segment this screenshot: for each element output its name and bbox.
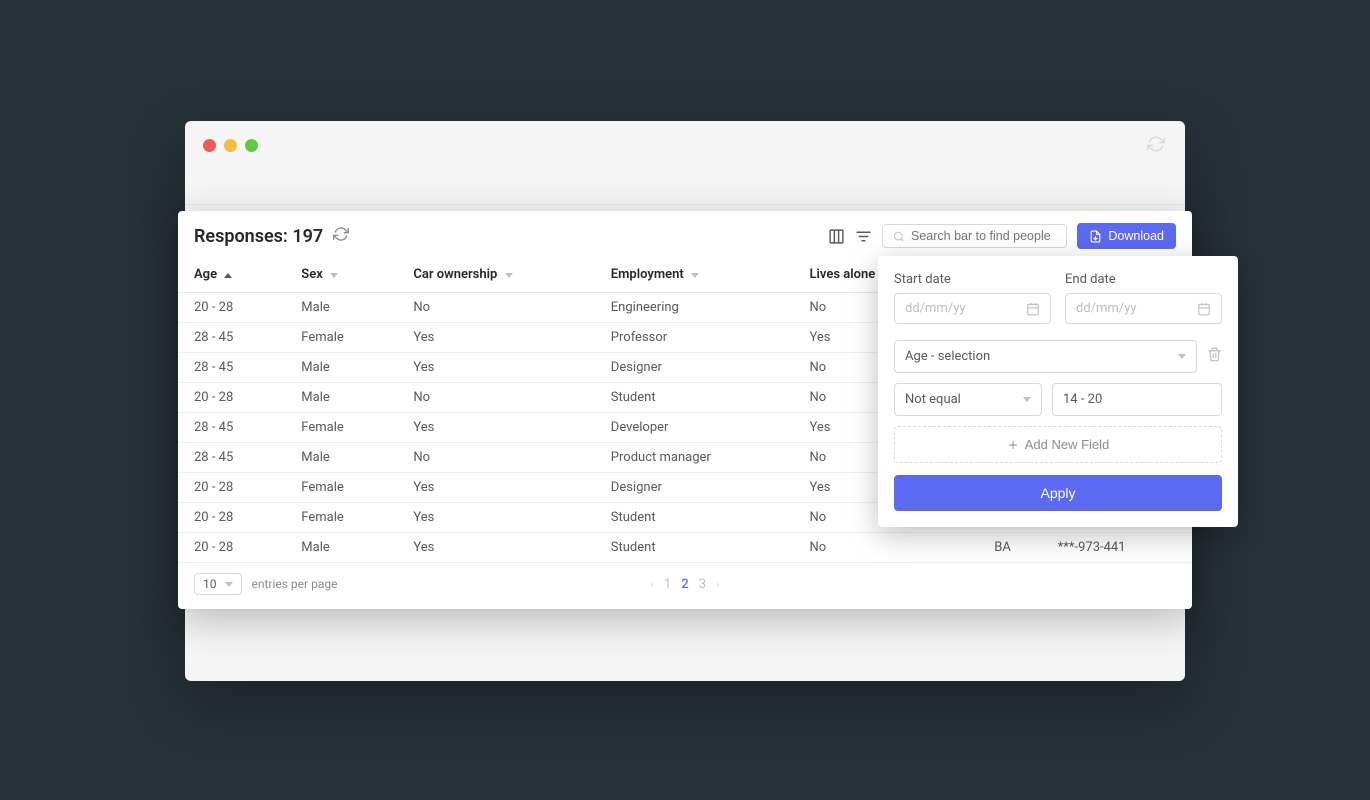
chevron-down-icon [1023,397,1031,402]
table-cell: 28 - 45 [178,323,285,353]
table-cell: Engineering [595,293,794,323]
column-header[interactable]: Age [178,257,285,293]
table-cell: Yes [397,353,594,383]
table-cell: No [793,533,963,563]
table-cell: 20 - 28 [178,383,285,413]
column-header[interactable]: Employment [595,257,794,293]
table-cell: BA [964,533,1042,563]
filter-icon[interactable] [855,228,872,245]
table-cell: Yes [397,473,594,503]
table-cell: Product manager [595,443,794,473]
close-window-button[interactable] [203,139,216,152]
table-cell: No [397,383,594,413]
table-cell: Yes [397,533,594,563]
filter-field-select[interactable]: Age - selection [894,340,1197,373]
end-date-input[interactable]: dd/mm/yy [1065,293,1222,324]
table-cell: Male [285,383,397,413]
table-cell: Female [285,413,397,443]
column-header[interactable]: Car ownership [397,257,594,293]
table-cell: 28 - 45 [178,353,285,383]
refresh-icon[interactable] [333,226,349,246]
header-actions: Download [828,223,1176,249]
table-cell: Developer [595,413,794,443]
calendar-icon [1197,302,1211,316]
filter-operator-select[interactable]: Not equal [894,383,1042,416]
download-button[interactable]: Download [1077,223,1176,249]
table-cell: 28 - 45 [178,413,285,443]
table-cell: No [397,443,594,473]
table-cell: 20 - 28 [178,473,285,503]
filter-value-input[interactable]: 14 - 20 [1052,383,1222,416]
page-number[interactable]: 1 [664,577,671,592]
table-cell: Yes [397,503,594,533]
table-cell: 20 - 28 [178,503,285,533]
entries-per-page-select[interactable]: 10 [194,573,242,595]
end-date-label: End date [1065,272,1222,287]
apply-button[interactable]: Apply [894,475,1222,511]
maximize-window-button[interactable] [245,139,258,152]
column-header[interactable]: Sex [285,257,397,293]
chevron-up-icon [224,267,232,282]
reload-icon[interactable] [1147,135,1165,157]
window-titlebar [185,121,1185,169]
table-cell: Female [285,503,397,533]
minimize-window-button[interactable] [224,139,237,152]
page-number[interactable]: 3 [699,577,706,592]
table-cell: Male [285,293,397,323]
table-cell: Student [595,503,794,533]
delete-filter-icon[interactable] [1207,347,1222,366]
plus-icon [1007,439,1019,451]
search-input[interactable] [882,224,1067,248]
table-cell: No [397,293,594,323]
chevron-down-icon [505,267,513,282]
table-cell: Designer [595,473,794,503]
chevron-down-icon [225,582,233,587]
table-footer: 10 entries per page ‹ 123 › [178,563,1192,609]
chevron-down-icon [1178,354,1186,359]
start-date-label: Start date [894,272,1051,287]
table-cell: Male [285,353,397,383]
table-cell: 28 - 45 [178,443,285,473]
table-cell: Yes [397,323,594,353]
table-cell: Female [285,473,397,503]
chevron-down-icon [330,267,338,282]
window-controls [203,139,258,152]
table-cell: 20 - 28 [178,293,285,323]
chevron-down-icon [691,267,699,282]
panel-title: Responses: 197 [194,226,323,247]
table-row[interactable]: 20 - 28MaleYesStudentNoBA***-973-441 [178,533,1192,563]
table-cell: Male [285,443,397,473]
search-field[interactable] [911,229,1056,243]
table-cell: Student [595,533,794,563]
table-cell: 20 - 28 [178,533,285,563]
panel-header: Responses: 197 Download [178,211,1192,257]
entries-label: entries per page [252,577,338,591]
table-cell: Professor [595,323,794,353]
start-date-input[interactable]: dd/mm/yy [894,293,1051,324]
add-field-button[interactable]: Add New Field [894,426,1222,463]
table-cell: Student [595,383,794,413]
prev-page-button[interactable]: ‹ [651,578,654,591]
columns-icon[interactable] [828,228,845,245]
calendar-icon [1026,302,1040,316]
browser-toolbar [185,169,1185,205]
table-cell: Yes [397,413,594,443]
page-number[interactable]: 2 [681,577,688,592]
filter-panel: Start date dd/mm/yy End date dd/mm/yy Ag… [878,256,1238,527]
next-page-button[interactable]: › [716,578,719,591]
table-cell: Male [285,533,397,563]
table-cell: ***-973-441 [1042,533,1192,563]
table-cell: Designer [595,353,794,383]
table-cell: Female [285,323,397,353]
pagination: ‹ 123 › [651,577,720,592]
